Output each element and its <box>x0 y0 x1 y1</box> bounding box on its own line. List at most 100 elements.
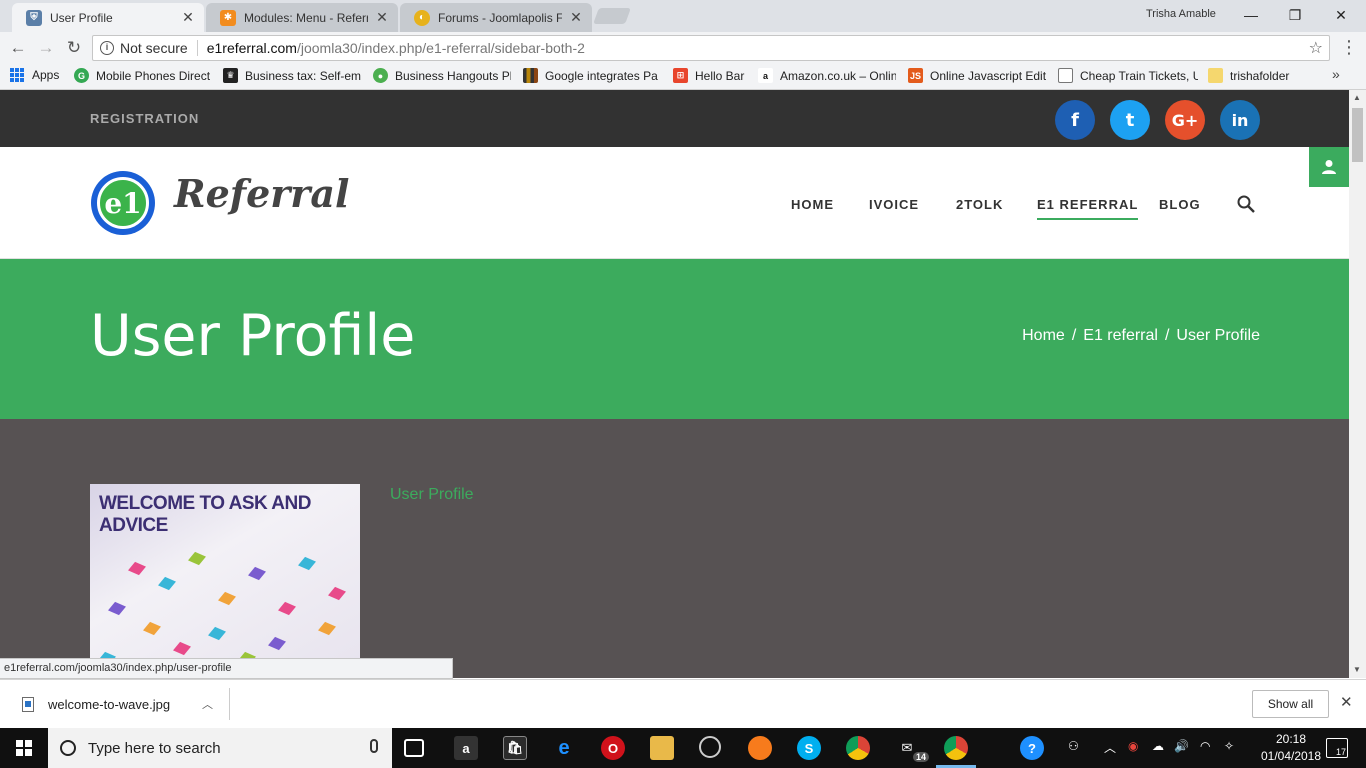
nav-e1-referral[interactable]: E1 REFERRAL <box>1037 197 1139 220</box>
task-view-icon[interactable] <box>404 739 424 757</box>
bookmark-google-integrates[interactable]: Google integrates Pa <box>523 68 663 83</box>
confetti-tile <box>158 576 176 591</box>
chevron-up-icon[interactable]: ︿ <box>202 696 213 712</box>
tab-title: Forums - Joomlapolis Fo <box>438 10 562 25</box>
minimize-icon[interactable]: — <box>1228 4 1274 26</box>
forward-arrow-icon[interactable]: → <box>34 37 58 59</box>
store-icon[interactable]: 🛍 <box>503 736 527 760</box>
bookmark-hello-bar[interactable]: ⊞ Hello Bar <box>673 68 753 83</box>
tray-expand-icon[interactable]: ︿ <box>1104 739 1116 756</box>
action-center-icon[interactable]: 17 <box>1326 738 1348 758</box>
bookmark-business-hangouts[interactable]: ● Business Hangouts Pl <box>373 68 511 83</box>
site-logo-text[interactable]: Referral <box>174 171 349 216</box>
amazon-app-icon[interactable]: a <box>454 736 478 760</box>
skype-icon[interactable]: S <box>797 736 821 760</box>
bookmark-online-javascript[interactable]: JS Online Javascript Edit <box>908 68 1048 83</box>
bookmark-star-icon[interactable]: ☆ <box>1309 38 1323 58</box>
security-indicator[interactable]: Not secure <box>120 40 198 56</box>
back-arrow-icon[interactable]: ← <box>6 37 30 59</box>
bookmark-cheap-train[interactable]: Cheap Train Tickets, U <box>1058 68 1198 83</box>
nav-home[interactable]: HOME <box>791 197 834 212</box>
breadcrumb-e1-referral[interactable]: E1 referral <box>1083 327 1158 344</box>
nav-blog[interactable]: BLOG <box>1159 197 1201 212</box>
site-logo[interactable]: e1 <box>91 171 155 235</box>
start-button[interactable] <box>0 728 48 768</box>
google-plus-icon[interactable]: G+ <box>1165 100 1205 140</box>
user-profile-link[interactable]: User Profile <box>390 486 474 504</box>
bookmark-mobile-phones[interactable]: G Mobile Phones Direct <box>74 68 212 83</box>
volume-icon[interactable]: 🔊 <box>1174 739 1189 753</box>
confetti-tile <box>173 641 191 656</box>
tab-close-icon[interactable]: ✕ <box>180 9 196 26</box>
download-item[interactable]: welcome-to-wave.jpg ︿ <box>14 688 230 720</box>
bookmark-amazon[interactable]: a Amazon.co.uk – Onlin <box>758 68 896 83</box>
restore-icon[interactable]: ❐ <box>1272 4 1318 26</box>
people-icon[interactable]: ⚇ <box>1068 739 1079 753</box>
window-close-icon[interactable]: ✕ <box>1318 4 1364 26</box>
opera-icon[interactable]: O <box>601 736 625 760</box>
facebook-icon[interactable]: f <box>1055 100 1095 140</box>
firefox-icon[interactable] <box>748 736 772 760</box>
help-icon[interactable]: ? <box>1020 736 1044 760</box>
image-file-icon <box>22 696 34 712</box>
address-bar[interactable]: i Not secure e1referral.com/joomla30/ind… <box>92 35 1330 61</box>
profile-image[interactable]: WELCOME TO ASK AND ADVICE <box>90 484 360 678</box>
bookmark-business-tax[interactable]: ♛ Business tax: Self-em <box>223 68 363 83</box>
info-icon[interactable]: i <box>100 41 114 55</box>
breadcrumb-current: User Profile <box>1176 327 1260 344</box>
mail-icon[interactable]: ✉ 14 <box>895 736 929 762</box>
bookmark-label: Google integrates Pa <box>545 68 658 83</box>
obs-icon[interactable] <box>699 736 721 758</box>
bookmark-label: Hello Bar <box>695 68 745 83</box>
show-all-button[interactable]: Show all <box>1252 690 1329 718</box>
reload-icon[interactable]: ↻ <box>62 37 86 59</box>
wifi-icon[interactable]: ◠ <box>1200 739 1210 753</box>
scroll-down-icon[interactable]: ▼ <box>1353 665 1361 674</box>
onedrive-icon[interactable]: ☁ <box>1152 739 1164 753</box>
tab-user-profile[interactable]: ⛨ User Profile ✕ <box>12 3 204 32</box>
bookmark-trishafolder[interactable]: trishafolder <box>1208 68 1318 83</box>
login-user-button[interactable] <box>1309 147 1349 187</box>
bookmarks-overflow-icon[interactable]: » <box>1332 66 1340 82</box>
tab-close-icon[interactable]: ✕ <box>568 9 584 26</box>
forum-favicon-icon: ◐ <box>414 9 430 26</box>
breadcrumb-home[interactable]: Home <box>1022 327 1065 344</box>
breadcrumb-separator: / <box>1071 327 1077 344</box>
browser-profile-name[interactable]: Trisha Amable <box>1146 8 1216 20</box>
file-explorer-icon[interactable] <box>650 736 674 760</box>
tab-forums[interactable]: ◐ Forums - Joomlapolis Fo ✕ <box>400 3 592 32</box>
scroll-thumb[interactable] <box>1352 108 1363 162</box>
microphone-icon[interactable] <box>370 739 378 753</box>
taskbar-search[interactable]: Type here to search <box>48 728 392 768</box>
registration-link[interactable]: REGISTRATION <box>90 111 199 126</box>
tab-close-icon[interactable]: ✕ <box>374 9 390 26</box>
taskbar-clock[interactable]: 20:18 01/04/2018 <box>1258 731 1324 765</box>
page-scrollbar[interactable]: ▲ ▼ <box>1349 90 1366 678</box>
dropbox-icon[interactable]: ✧ <box>1224 739 1234 753</box>
page-banner: User Profile Home / E1 referral / User Profi… <box>0 259 1349 419</box>
close-icon[interactable]: ✕ <box>1340 693 1353 711</box>
browser-menu-icon[interactable]: ⋮ <box>1340 36 1358 58</box>
bookmark-apps[interactable]: Apps <box>10 68 72 82</box>
js-favicon-icon: JS <box>908 68 923 83</box>
chrome-icon[interactable] <box>846 736 870 760</box>
new-tab-button[interactable] <box>593 8 631 24</box>
nav-2tolk[interactable]: 2TOLK <box>956 197 1003 212</box>
joomla-favicon-icon: ✱ <box>220 9 236 26</box>
confetti-tile <box>298 556 316 571</box>
scroll-up-icon[interactable]: ▲ <box>1353 93 1361 102</box>
tray-app-icon[interactable]: ◉ <box>1128 739 1138 753</box>
bookmarks-bar: Apps G Mobile Phones Direct ♛ Business t… <box>0 64 1366 90</box>
tab-modules-menu[interactable]: ✱ Modules: Menu - Referra ✕ <box>206 3 398 32</box>
search-icon[interactable] <box>1237 195 1255 213</box>
linkedin-icon[interactable]: in <box>1220 100 1260 140</box>
chrome-active-icon[interactable] <box>944 736 968 760</box>
confetti-tile <box>218 591 236 606</box>
amazon-favicon-icon: a <box>758 68 773 83</box>
twitter-icon[interactable]: t <box>1110 100 1150 140</box>
site-header: e1 Referral HOME IVOICE 2TOLK E1 REFERRA… <box>0 147 1349 259</box>
nav-ivoice[interactable]: IVOICE <box>869 197 919 212</box>
logo-mark: e1 <box>97 177 149 229</box>
url-text[interactable]: e1referral.com/joomla30/index.php/e1-ref… <box>207 40 585 56</box>
edge-icon[interactable]: e <box>552 736 576 760</box>
